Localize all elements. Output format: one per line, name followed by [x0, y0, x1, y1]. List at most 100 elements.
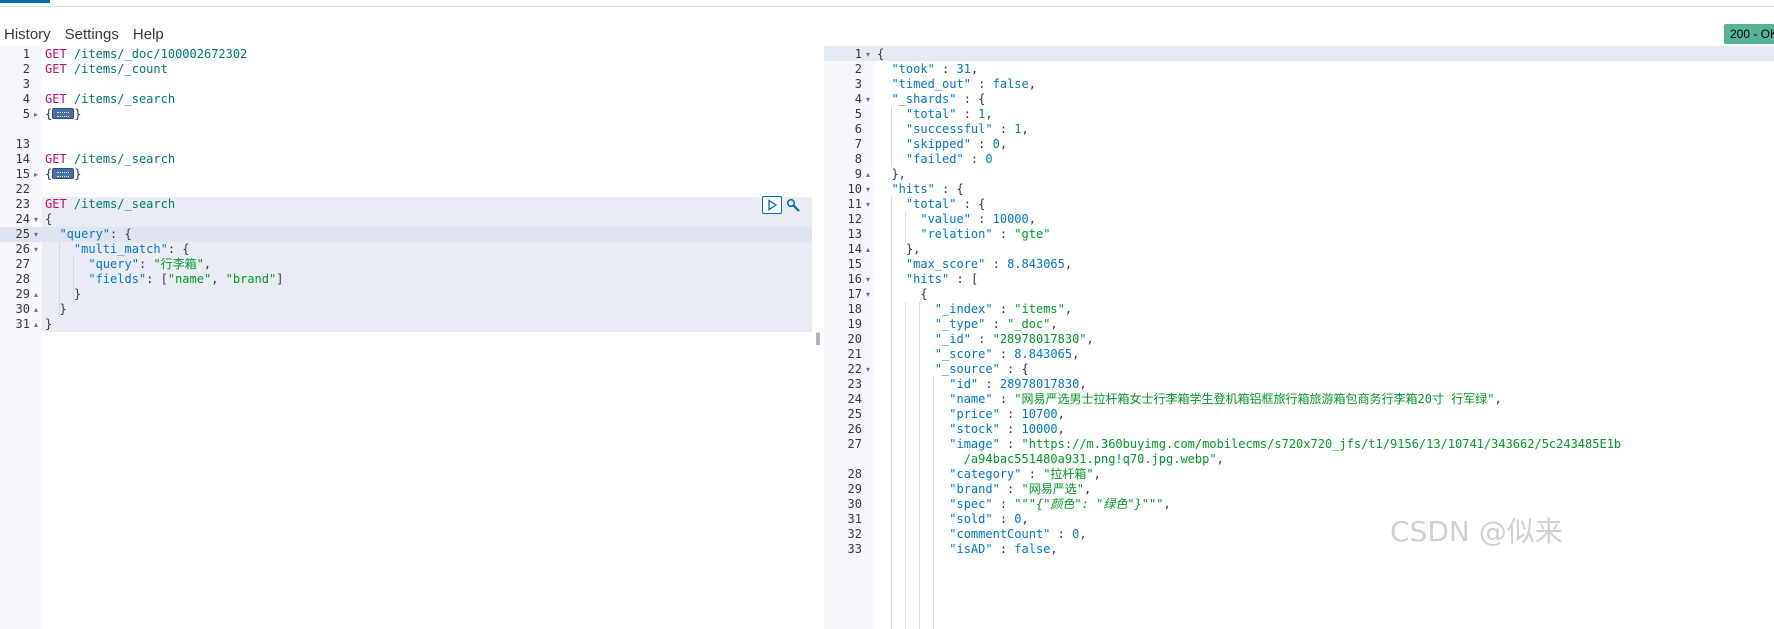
gutter-line: 15 ▸ — [15, 167, 40, 182]
fold-collapse-icon[interactable]: ▾ — [32, 212, 40, 227]
fold-collapse-icon[interactable]: ▾ — [864, 287, 872, 302]
gutter-line: 8 — [854, 152, 862, 166]
json-line: "_score" : 8.843065, — [934, 347, 1080, 361]
gutter-line: 2 — [854, 62, 862, 76]
send-request-button[interactable] — [762, 196, 782, 214]
json-line: "id" : 28978017830, — [949, 377, 1087, 391]
gutter-line: 25 — [847, 407, 862, 421]
json-line: "isAD" : false, — [949, 542, 1058, 556]
gutter-line: 30 — [847, 497, 862, 511]
gutter-line: 4 — [22, 92, 30, 106]
json-line: }, — [905, 242, 921, 256]
gutter-line: 1 — [22, 47, 30, 61]
request-editor[interactable]: 1 2 3 4 5 ▸ 13 14 15 ▸ 22 23 24 ▾ 25 ▾ 26 ▾ 2… — [0, 46, 812, 629]
gutter-line: 23 — [15, 197, 30, 211]
gutter-line: 10 ▾ — [847, 182, 872, 197]
code-line: "fields": ["name", "brand"] — [88, 272, 284, 286]
fold-collapse-icon[interactable]: ▾ — [864, 182, 872, 197]
gutter-line: 26 — [847, 422, 862, 436]
fold-collapse-icon[interactable]: ▾ — [32, 242, 40, 257]
code-line: GET /items/_search — [45, 197, 176, 211]
json-line: "_type" : "_doc", — [934, 317, 1058, 331]
code-line: { — [45, 212, 53, 226]
fold-collapse-icon[interactable]: ▾ — [864, 362, 872, 377]
fold-collapse-icon[interactable]: ▾ — [32, 227, 40, 242]
menu-help[interactable]: Help — [133, 26, 164, 43]
code-line: GET /items/_search — [45, 92, 176, 106]
fold-collapse-icon[interactable]: ▾ — [864, 47, 872, 62]
code-line: GET /items/_doc/100002672302 — [45, 47, 248, 61]
gutter-line: 5 — [854, 107, 862, 121]
json-line: "brand" : "网易严选", — [949, 482, 1092, 496]
pane-resizer[interactable]: ‖ — [812, 46, 824, 629]
json-line: "took" : 31, — [891, 62, 979, 76]
json-line: "timed_out" : false, — [891, 77, 1036, 91]
response-active-line — [824, 46, 1774, 61]
fold-expand-icon[interactable]: ▸ — [32, 107, 40, 122]
menu-settings[interactable]: Settings — [65, 26, 119, 43]
gutter-line: 31 — [847, 512, 862, 526]
gutter-line: 31 ▴ — [15, 317, 40, 332]
code-line: "query": "行李箱", — [88, 257, 212, 271]
fold-end-icon[interactable]: ▴ — [864, 167, 872, 182]
gutter-line: 27 — [15, 257, 30, 271]
gutter-line: 20 — [847, 332, 862, 346]
gutter-line: 28 — [847, 467, 862, 481]
gutter-line: 18 — [847, 302, 862, 316]
gutter-line: 12 — [847, 212, 862, 226]
code-line: GET /items/_search — [45, 152, 176, 166]
gutter-line: 27 — [847, 437, 862, 451]
gutter-line: 2 — [22, 62, 30, 76]
request-gutter — [0, 46, 42, 629]
json-line: "name" : "网易严选男士拉杆箱女士行李箱学生登机箱铝框旅行箱旅游箱包商务… — [949, 392, 1502, 406]
json-line: "sold" : 0, — [949, 512, 1029, 526]
gutter-line: 32 — [847, 527, 862, 541]
fold-end-icon[interactable]: ▴ — [32, 302, 40, 317]
json-line: "hits" : [ — [905, 272, 979, 286]
json-line: "_source" : { — [934, 362, 1029, 376]
fold-end-icon[interactable]: ▴ — [32, 287, 40, 302]
json-line: "relation" : "gte" — [920, 227, 1051, 241]
gutter-line: 33 — [847, 542, 862, 556]
code-line: {} — [45, 167, 82, 181]
fold-collapse-icon[interactable]: ▾ — [864, 197, 872, 212]
json-line: "value" : 10000, — [920, 212, 1036, 226]
response-viewer[interactable]: 1 ▾ 2 3 4 ▾ 5 6 7 8 9 ▴ 10 ▾ 11 ▾ 12 13 14 ▴ 1… — [824, 46, 1774, 629]
folded-block-icon[interactable] — [52, 168, 75, 179]
gutter-line: 22 ▾ — [847, 362, 872, 377]
code-line: "multi_match": { — [73, 242, 190, 256]
gutter-line: 22 — [15, 182, 30, 196]
gutter-line: 13 — [847, 227, 862, 241]
active-tab-indicator — [0, 0, 50, 3]
fold-collapse-icon[interactable]: ▾ — [864, 272, 872, 287]
json-line: "price" : 10700, — [949, 407, 1065, 421]
top-divider — [0, 6, 1774, 7]
fold-collapse-icon[interactable]: ▾ — [864, 92, 872, 107]
gutter-line: 7 — [854, 137, 862, 151]
gutter-line: 4 ▾ — [854, 92, 872, 107]
code-line: } — [45, 317, 53, 331]
json-line: "total" : { — [905, 197, 986, 211]
fold-expand-icon[interactable]: ▸ — [32, 167, 40, 182]
gutter-line: 25 ▾ — [15, 227, 40, 242]
json-line: "_index" : "items", — [934, 302, 1073, 316]
gutter-line: 24 — [847, 392, 862, 406]
fold-end-icon[interactable]: ▴ — [32, 317, 40, 332]
request-settings-button[interactable] — [784, 196, 802, 214]
gutter-line: 3 — [22, 77, 30, 91]
fold-end-icon[interactable]: ▴ — [864, 242, 872, 257]
menu-history[interactable]: History — [4, 26, 51, 43]
json-line: "total" : 1, — [905, 107, 993, 121]
json-line: "hits" : { — [891, 182, 964, 196]
gutter-line: 28 — [15, 272, 30, 286]
folded-block-icon[interactable] — [52, 108, 75, 119]
gutter-line: 14 ▴ — [847, 242, 872, 257]
console-menu: History Settings Help — [0, 22, 174, 46]
gutter-line: 24 ▾ — [15, 212, 40, 227]
status-badge: 200 - OK — [1724, 24, 1774, 44]
gutter-line: 29 — [847, 482, 862, 496]
wrench-icon — [786, 198, 800, 212]
gutter-line: 19 — [847, 317, 862, 331]
gutter-line: 14 — [15, 152, 30, 166]
play-icon — [768, 199, 778, 211]
